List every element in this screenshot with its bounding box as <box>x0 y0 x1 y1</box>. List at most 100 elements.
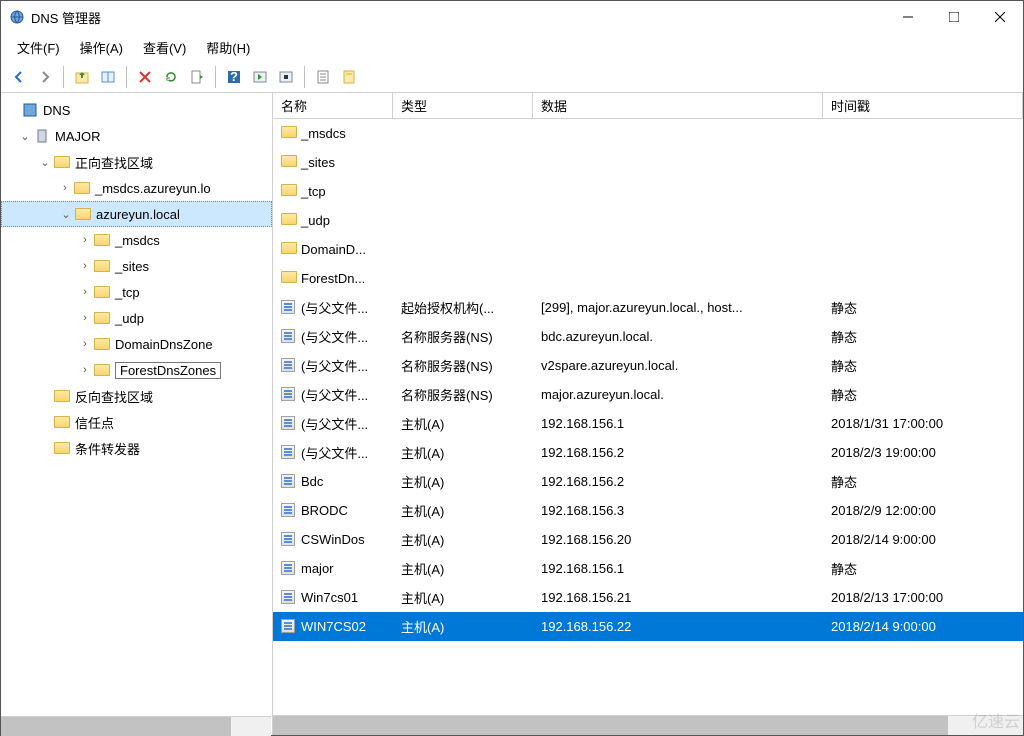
record-icon <box>281 561 297 577</box>
list-row[interactable]: (与父文件...起始授权机构(...[299], major.azureyun.… <box>273 293 1023 322</box>
list-row[interactable]: major主机(A)192.168.156.1静态 <box>273 554 1023 583</box>
tree-server-major[interactable]: ⌄ MAJOR <box>1 123 272 149</box>
list-row[interactable]: (与父文件...名称服务器(NS)bdc.azureyun.local.静态 <box>273 322 1023 351</box>
folder-icon <box>53 439 71 457</box>
help-button[interactable]: ? <box>222 65 246 89</box>
new-record-button[interactable] <box>311 65 335 89</box>
list-row[interactable]: WIN7CS02主机(A)192.168.156.222018/2/14 9:0… <box>273 612 1023 641</box>
col-data[interactable]: 数据 <box>533 93 823 118</box>
tree-forward-zone[interactable]: ⌄ 正向查找区域 <box>1 149 272 175</box>
tree-pane[interactable]: DNS ⌄ MAJOR ⌄ 正向查找区域 › _msdcs.azureyun.l… <box>1 93 273 735</box>
cell-ts: 2018/2/14 9:00:00 <box>823 619 1023 634</box>
tree-sub-forestdns[interactable]: › ForestDnsZones <box>1 357 272 383</box>
cell-data: 192.168.156.3 <box>533 503 823 518</box>
properties-button[interactable] <box>337 65 361 89</box>
cell-ts: 2018/2/9 12:00:00 <box>823 503 1023 518</box>
list-row[interactable]: CSWinDos主机(A)192.168.156.202018/2/14 9:0… <box>273 525 1023 554</box>
minimize-button[interactable] <box>885 1 931 33</box>
folder-icon <box>93 361 111 379</box>
cell-type: 起始授权机构(... <box>393 298 533 317</box>
list-row[interactable]: DomainD... <box>273 235 1023 264</box>
cell-name: BRODC <box>301 503 348 518</box>
tree-zone-msdcs[interactable]: › _msdcs.azureyun.lo <box>1 175 272 201</box>
folder-icon <box>93 283 111 301</box>
list-row[interactable]: (与父文件...主机(A)192.168.156.22018/2/3 19:00… <box>273 438 1023 467</box>
cell-data: 192.168.156.2 <box>533 445 823 460</box>
cell-type: 主机(A) <box>393 588 533 607</box>
cell-data: major.azureyun.local. <box>533 387 823 402</box>
delete-button[interactable] <box>133 65 157 89</box>
cell-data: bdc.azureyun.local. <box>533 329 823 344</box>
cell-data: 192.168.156.1 <box>533 416 823 431</box>
tree-sub-tcp[interactable]: › _tcp <box>1 279 272 305</box>
menu-view[interactable]: 查看(V) <box>135 34 194 61</box>
cell-data: 192.168.156.22 <box>533 619 823 634</box>
folder-icon <box>281 242 297 258</box>
cell-name: CSWinDos <box>301 532 365 547</box>
folder-icon <box>93 231 111 249</box>
menu-help[interactable]: 帮助(H) <box>198 34 258 61</box>
list-row[interactable]: Bdc主机(A)192.168.156.2静态 <box>273 467 1023 496</box>
list-body[interactable]: _msdcs_sites_tcp_udpDomainD...ForestDn..… <box>273 119 1023 715</box>
list-row[interactable]: (与父文件...主机(A)192.168.156.12018/1/31 17:0… <box>273 409 1023 438</box>
folder-icon <box>73 179 91 197</box>
list-row[interactable]: Win7cs01主机(A)192.168.156.212018/2/13 17:… <box>273 583 1023 612</box>
cell-ts: 2018/2/13 17:00:00 <box>823 590 1023 605</box>
col-type[interactable]: 类型 <box>393 93 533 118</box>
cell-ts: 2018/1/31 17:00:00 <box>823 416 1023 431</box>
list-row[interactable]: _msdcs <box>273 119 1023 148</box>
list-row[interactable]: _tcp <box>273 177 1023 206</box>
maximize-button[interactable] <box>931 1 977 33</box>
run-button[interactable] <box>248 65 272 89</box>
tree-zone-azureyun-local[interactable]: ⌄ azureyun.local <box>1 201 272 227</box>
tree-trust-points[interactable]: 信任点 <box>1 409 272 435</box>
forward-button[interactable] <box>33 65 57 89</box>
list-row[interactable]: BRODC主机(A)192.168.156.32018/2/9 12:00:00 <box>273 496 1023 525</box>
cell-data: 192.168.156.21 <box>533 590 823 605</box>
col-name[interactable]: 名称 <box>273 93 393 118</box>
menu-file[interactable]: 文件(F) <box>9 34 68 61</box>
cell-type: 主机(A) <box>393 559 533 578</box>
col-ts[interactable]: 时间戳 <box>823 93 1023 118</box>
list-row[interactable]: (与父文件...名称服务器(NS)major.azureyun.local.静态 <box>273 380 1023 409</box>
cell-data: 192.168.156.2 <box>533 474 823 489</box>
tree-sub-sites[interactable]: › _sites <box>1 253 272 279</box>
folder-icon <box>93 335 111 353</box>
cell-type: 名称服务器(NS) <box>393 327 533 346</box>
svg-text:?: ? <box>230 69 238 84</box>
folder-icon <box>281 184 297 200</box>
cell-data: 192.168.156.1 <box>533 561 823 576</box>
tree-sub-msdcs[interactable]: › _msdcs <box>1 227 272 253</box>
toolbar: ? <box>1 61 1023 93</box>
export-button[interactable] <box>185 65 209 89</box>
stop-button[interactable] <box>274 65 298 89</box>
cell-name: (与父文件... <box>301 356 368 375</box>
back-button[interactable] <box>7 65 31 89</box>
tree-sub-domaindns[interactable]: › DomainDnsZone <box>1 331 272 357</box>
cell-data: 192.168.156.20 <box>533 532 823 547</box>
tree-scrollbar[interactable] <box>1 716 271 736</box>
list-row[interactable]: ForestDn... <box>273 264 1023 293</box>
cell-ts: 2018/2/3 19:00:00 <box>823 445 1023 460</box>
list-row[interactable]: _udp <box>273 206 1023 235</box>
server-icon <box>33 127 51 145</box>
record-icon <box>281 358 297 374</box>
close-button[interactable] <box>977 1 1023 33</box>
tree-root-dns[interactable]: DNS <box>1 97 272 123</box>
tree-conditional-fwd[interactable]: 条件转发器 <box>1 435 272 461</box>
cell-ts: 静态 <box>823 559 1023 578</box>
folder-icon <box>281 126 297 142</box>
list-row[interactable]: (与父文件...名称服务器(NS)v2spare.azureyun.local.… <box>273 351 1023 380</box>
tree-reverse-zone[interactable]: 反向查找区域 <box>1 383 272 409</box>
up-button[interactable] <box>70 65 94 89</box>
refresh-button[interactable] <box>159 65 183 89</box>
list-row[interactable]: _sites <box>273 148 1023 177</box>
menu-action[interactable]: 操作(A) <box>72 34 131 61</box>
cell-type: 名称服务器(NS) <box>393 385 533 404</box>
folder-icon <box>53 413 71 431</box>
horizontal-scrollbar[interactable] <box>273 715 1023 735</box>
show-hide-button[interactable] <box>96 65 120 89</box>
cell-name: (与父文件... <box>301 298 368 317</box>
tree-sub-udp[interactable]: › _udp <box>1 305 272 331</box>
folder-icon <box>281 155 297 171</box>
